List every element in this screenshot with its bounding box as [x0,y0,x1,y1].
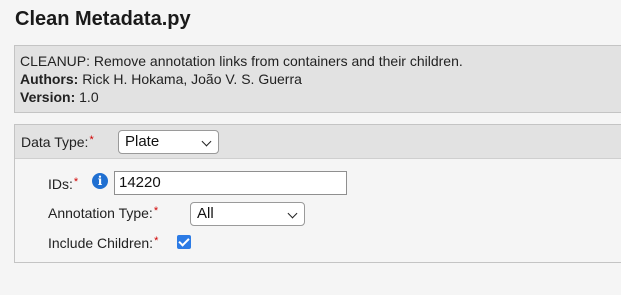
authors-line: Authors: Rick H. Hokama, João V. S. Guer… [20,70,617,88]
version-line: Version: 1.0 [20,88,617,106]
required-marker: * [153,205,159,217]
authors-label: Authors: [20,71,79,87]
script-info-box: CLEANUP: Remove annotation links from co… [14,45,621,113]
required-marker: * [154,235,159,247]
ids-input[interactable]: 14220 [114,171,347,195]
authors-value: Rick H. Hokama, João V. S. Guerra [82,71,302,87]
data-type-label: Data Type:* [21,134,94,150]
annotation-type-label: Annotation Type:* [48,205,159,221]
script-title: Clean Metadata.py [15,8,191,30]
required-marker: * [89,134,94,146]
data-type-selected-value: Plate [125,133,160,150]
annotation-type-selected-value: All [197,205,214,222]
required-marker: * [73,176,79,188]
data-type-row: Data Type:* Plate [15,125,621,159]
chevron-down-icon [201,136,212,147]
chevron-down-icon [287,208,298,219]
version-label: Version: [20,89,76,105]
parameters-form: Data Type:* Plate IDs:* i 14220 Annotati… [14,124,621,263]
info-icon[interactable]: i [92,173,108,189]
version-value: 1.0 [79,89,99,105]
ids-label: IDs:* [48,176,79,192]
include-children-checkbox[interactable] [177,235,191,249]
data-type-select[interactable]: Plate [118,130,219,154]
script-description: CLEANUP: Remove annotation links from co… [20,53,463,69]
include-children-label: Include Children:* [48,235,159,251]
annotation-type-select[interactable]: All [190,202,305,226]
